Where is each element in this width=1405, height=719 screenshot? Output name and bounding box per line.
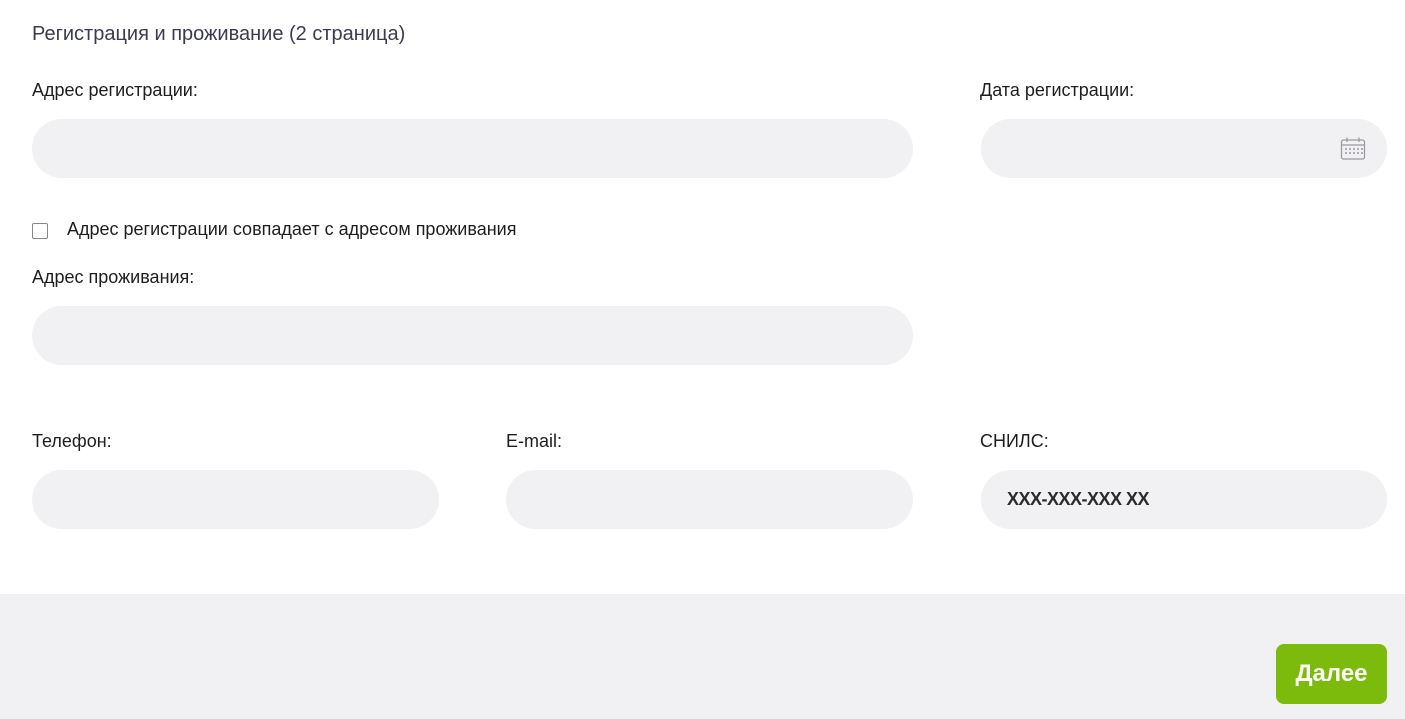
registration-address-label: Адрес регистрации:: [32, 80, 198, 100]
same-address-checkbox[interactable]: [32, 223, 48, 239]
snils-label: СНИЛС:: [980, 431, 1049, 451]
phone-label: Телефон:: [32, 431, 112, 451]
registration-date-input[interactable]: [981, 119, 1387, 178]
registration-address-input[interactable]: [32, 119, 913, 178]
form-footer: Далее: [0, 594, 1405, 719]
registration-form: Регистрация и проживание (2 страница) Ад…: [0, 0, 1405, 594]
phone-input[interactable]: [32, 470, 439, 529]
email-label: E-mail:: [506, 431, 563, 451]
residence-address-label: Адрес проживания:: [32, 267, 195, 287]
same-address-label: Адрес регистрации совпадает с адресом пр…: [67, 219, 517, 239]
section-title: Регистрация и проживание (2 страница): [32, 23, 406, 45]
calendar-icon[interactable]: [1340, 137, 1366, 161]
registration-date-label: Дата регистрации:: [980, 80, 1135, 100]
email-input[interactable]: [506, 470, 913, 529]
next-button[interactable]: Далее: [1276, 644, 1387, 704]
residence-address-input[interactable]: [32, 306, 913, 365]
snils-input[interactable]: [981, 470, 1387, 529]
